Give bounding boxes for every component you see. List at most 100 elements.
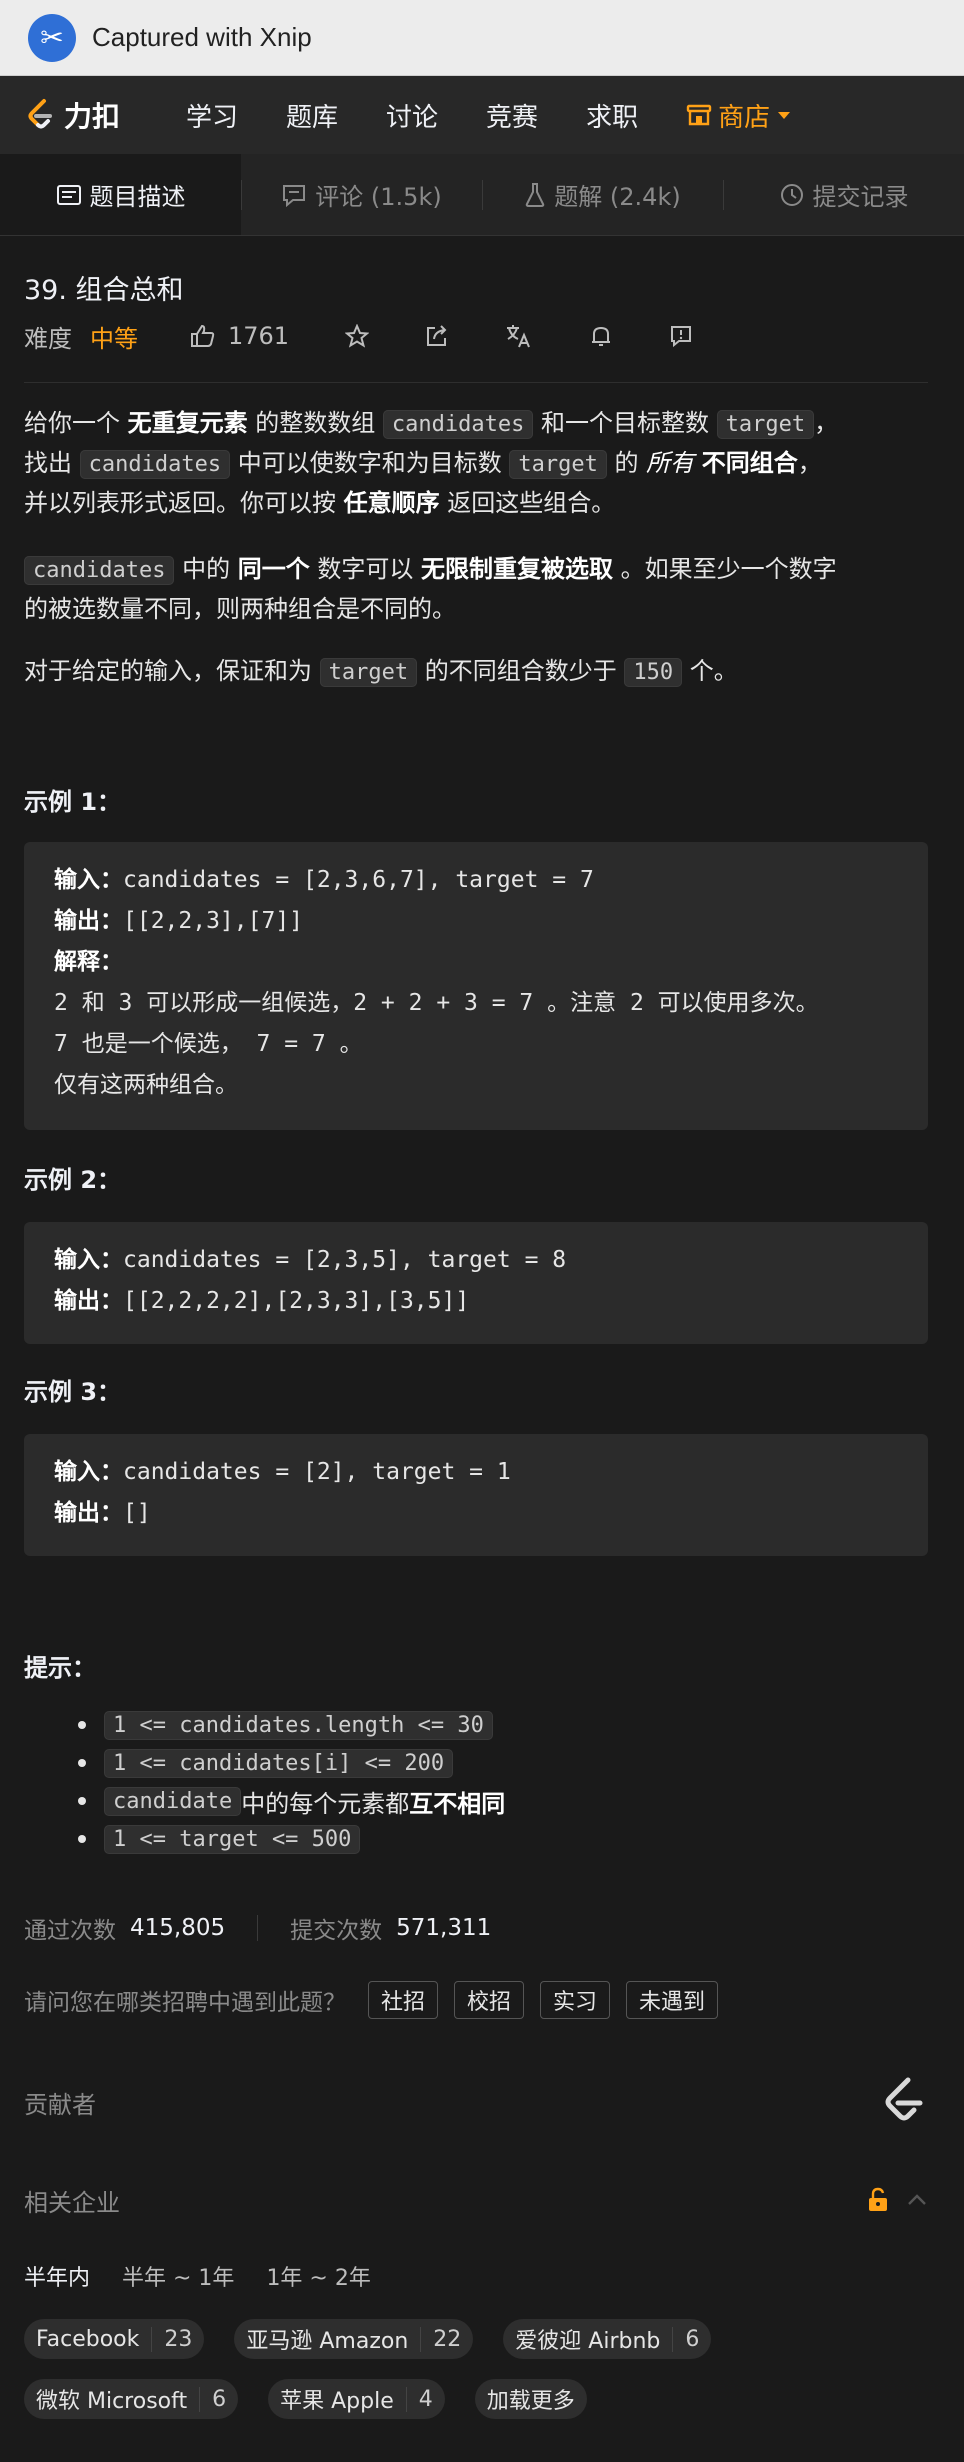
related-companies-header[interactable]: 相关企业 bbox=[24, 2176, 928, 2224]
bold-text: 无重复元素 bbox=[127, 409, 248, 437]
difficulty-label: 难度 bbox=[24, 324, 72, 353]
recruit-option-intern[interactable]: 实习 bbox=[540, 1981, 611, 2019]
difficulty-value: 中等 bbox=[90, 324, 138, 353]
company-name: Facebook bbox=[36, 2326, 140, 2352]
companies-label: 相关企业 bbox=[24, 2188, 120, 2217]
chevron-up-icon bbox=[908, 2194, 926, 2205]
company-tag[interactable]: 亚马逊 Amazon 22 bbox=[234, 2319, 474, 2359]
period-half-year[interactable]: 半年内 bbox=[24, 2260, 90, 2292]
text-fragment: 给你一个 bbox=[24, 409, 128, 437]
star-icon bbox=[345, 324, 370, 348]
text-fragment: 和一个目标整数 bbox=[533, 409, 717, 437]
bold-text: 任意顺序 bbox=[343, 489, 440, 517]
subscribe-button[interactable] bbox=[589, 324, 613, 348]
company-tags-row-1: Facebook 23 亚马逊 Amazon 22 爱彼迎 Airbnb 6 bbox=[24, 2319, 928, 2359]
output-label: 输出： bbox=[54, 1288, 123, 1314]
explain-text: 2 和 3 可以形成一组候选，2 + 2 + 3 = 7 。注意 2 可以使用多… bbox=[54, 990, 819, 1016]
example-input-line: 输入：candidates = [2], target = 1 bbox=[54, 1452, 898, 1493]
brand-logo-link[interactable]: 力扣 bbox=[24, 95, 136, 135]
inline-code: target bbox=[319, 658, 418, 687]
favorite-button[interactable] bbox=[345, 324, 370, 348]
clock-icon bbox=[780, 183, 803, 206]
tab-description[interactable]: 题目描述 bbox=[0, 154, 241, 235]
italic-text: 所有 bbox=[646, 449, 695, 477]
explain-text: 仅有这两种组合。 bbox=[54, 1072, 238, 1098]
share-button[interactable] bbox=[425, 324, 449, 348]
nav-learn[interactable]: 学习 bbox=[186, 97, 238, 134]
feedback-button[interactable] bbox=[669, 324, 693, 348]
company-count: 6 bbox=[672, 2326, 699, 2352]
company-count: 4 bbox=[405, 2386, 433, 2412]
period-half-to-one-year[interactable]: 半年 ~ 1年 bbox=[122, 2260, 234, 2292]
hint-item: 1 <= candidates[i] <= 200 bbox=[77, 1744, 505, 1782]
like-button[interactable]: 1761 bbox=[190, 322, 289, 350]
recruit-survey: 请问您在哪类招聘中遇到此题？ 社招 校招 实习 未遇到 bbox=[24, 1980, 734, 2020]
output-label: 输出： bbox=[54, 908, 123, 934]
tab-description-label: 题目描述 bbox=[89, 183, 186, 211]
tab-solutions-label: 题解 (2.4k) bbox=[554, 183, 681, 211]
bold-text: 不同组合 bbox=[701, 449, 798, 477]
nav-problems[interactable]: 题库 bbox=[286, 97, 338, 134]
company-tag[interactable]: 爱彼迎 Airbnb 6 bbox=[503, 2319, 712, 2359]
flask-icon bbox=[526, 182, 545, 207]
company-count: 6 bbox=[199, 2386, 226, 2412]
nav-shop[interactable]: 商店 bbox=[686, 97, 791, 134]
company-tag[interactable]: 苹果 Apple 4 bbox=[268, 2379, 445, 2419]
pass-count: 415,805 bbox=[130, 1915, 226, 1941]
problem-meta-bar: 难度 中等 1761 bbox=[24, 316, 928, 356]
text-fragment: ， bbox=[814, 409, 839, 437]
text-fragment: 个。 bbox=[682, 657, 738, 685]
company-tag[interactable]: Facebook 23 bbox=[24, 2319, 205, 2359]
inline-code: 1 <= target <= 500 bbox=[104, 1824, 361, 1854]
translate-button[interactable] bbox=[505, 323, 533, 349]
inline-code: candidates bbox=[24, 556, 175, 585]
load-more-button[interactable]: 加载更多 bbox=[474, 2379, 587, 2419]
text-fragment: 并以列表形式返回。你可以按 bbox=[24, 489, 344, 517]
inline-code: candidates bbox=[382, 410, 534, 439]
example-input-line: 输入：candidates = [2,3,6,7], target = 7 bbox=[54, 860, 898, 901]
hints-title: 提示： bbox=[24, 1654, 96, 1682]
recruit-option-social[interactable]: 社招 bbox=[368, 1981, 439, 2019]
translate-icon bbox=[507, 325, 531, 348]
hints-list: 1 <= candidates.length <= 30 1 <= candid… bbox=[77, 1706, 505, 1858]
bold-text: 同一个 bbox=[237, 555, 310, 583]
explain-label: 解释： bbox=[54, 949, 123, 975]
recruit-option-campus[interactable]: 校招 bbox=[454, 1981, 525, 2019]
text-fragment: 找出 bbox=[24, 449, 80, 477]
top-navigation: 力扣 学习 题库 讨论 竞赛 求职 商店 bbox=[0, 76, 964, 154]
tab-submissions[interactable]: 提交记录 bbox=[723, 154, 964, 235]
text-fragment: 数字可以 bbox=[309, 555, 421, 583]
divider bbox=[257, 1915, 259, 1941]
text-fragment: 中的每个元素都 bbox=[241, 1789, 410, 1818]
example-2-title: 示例 2： bbox=[24, 1166, 122, 1194]
nav-shop-label: 商店 bbox=[718, 102, 771, 133]
recruit-option-none[interactable]: 未遇到 bbox=[626, 1981, 719, 2019]
hint-item: candidate 中的每个元素都 互不相同 bbox=[77, 1782, 505, 1820]
text-fragment: 的被选数量不同，则两种组合是不同的。 bbox=[24, 595, 456, 623]
nav-jobs[interactable]: 求职 bbox=[586, 97, 638, 134]
output-value: [[2,2,3],[7]] bbox=[123, 908, 304, 934]
capture-title: Captured with Xnip bbox=[92, 22, 312, 52]
hint-item: 1 <= candidates.length <= 30 bbox=[77, 1706, 505, 1744]
tab-solutions[interactable]: 题解 (2.4k) bbox=[482, 154, 723, 235]
tab-submissions-label: 提交记录 bbox=[812, 183, 909, 211]
example-1-block: 输入：candidates = [2,3,6,7], target = 7 输出… bbox=[24, 842, 928, 1130]
input-label: 输入： bbox=[54, 1459, 123, 1485]
inline-code: 1 <= candidates[i] <= 200 bbox=[104, 1748, 454, 1778]
input-value: candidates = [2,3,6,7], target = 7 bbox=[123, 867, 594, 893]
example-output-line: 输出：[[2,2,3],[7]] bbox=[54, 901, 898, 942]
contributor-avatar-icon[interactable] bbox=[880, 2076, 928, 2128]
nav-contest[interactable]: 竞赛 bbox=[486, 97, 538, 134]
tab-comments[interactable]: 评论 (1.5k) bbox=[241, 154, 482, 235]
company-tags-row-2: 微软 Microsoft 6 苹果 Apple 4 加载更多 bbox=[24, 2379, 928, 2419]
example-3-title: 示例 3： bbox=[24, 1378, 122, 1406]
submit-label: 提交次数 bbox=[290, 1918, 383, 1944]
period-one-to-two-years[interactable]: 1年 ~ 2年 bbox=[266, 2260, 370, 2292]
pass-label: 通过次数 bbox=[24, 1918, 116, 1944]
brand-name: 力扣 bbox=[64, 100, 121, 133]
explain-text: 7 也是一个候选， 7 = 7 。 bbox=[54, 1031, 363, 1057]
output-value: [[2,2,2,2],[2,3,3],[3,5]] bbox=[123, 1288, 470, 1314]
example-input-line: 输入：candidates = [2,3,5], target = 8 bbox=[54, 1240, 898, 1281]
company-tag[interactable]: 微软 Microsoft 6 bbox=[24, 2379, 239, 2419]
nav-discuss[interactable]: 讨论 bbox=[386, 97, 438, 134]
